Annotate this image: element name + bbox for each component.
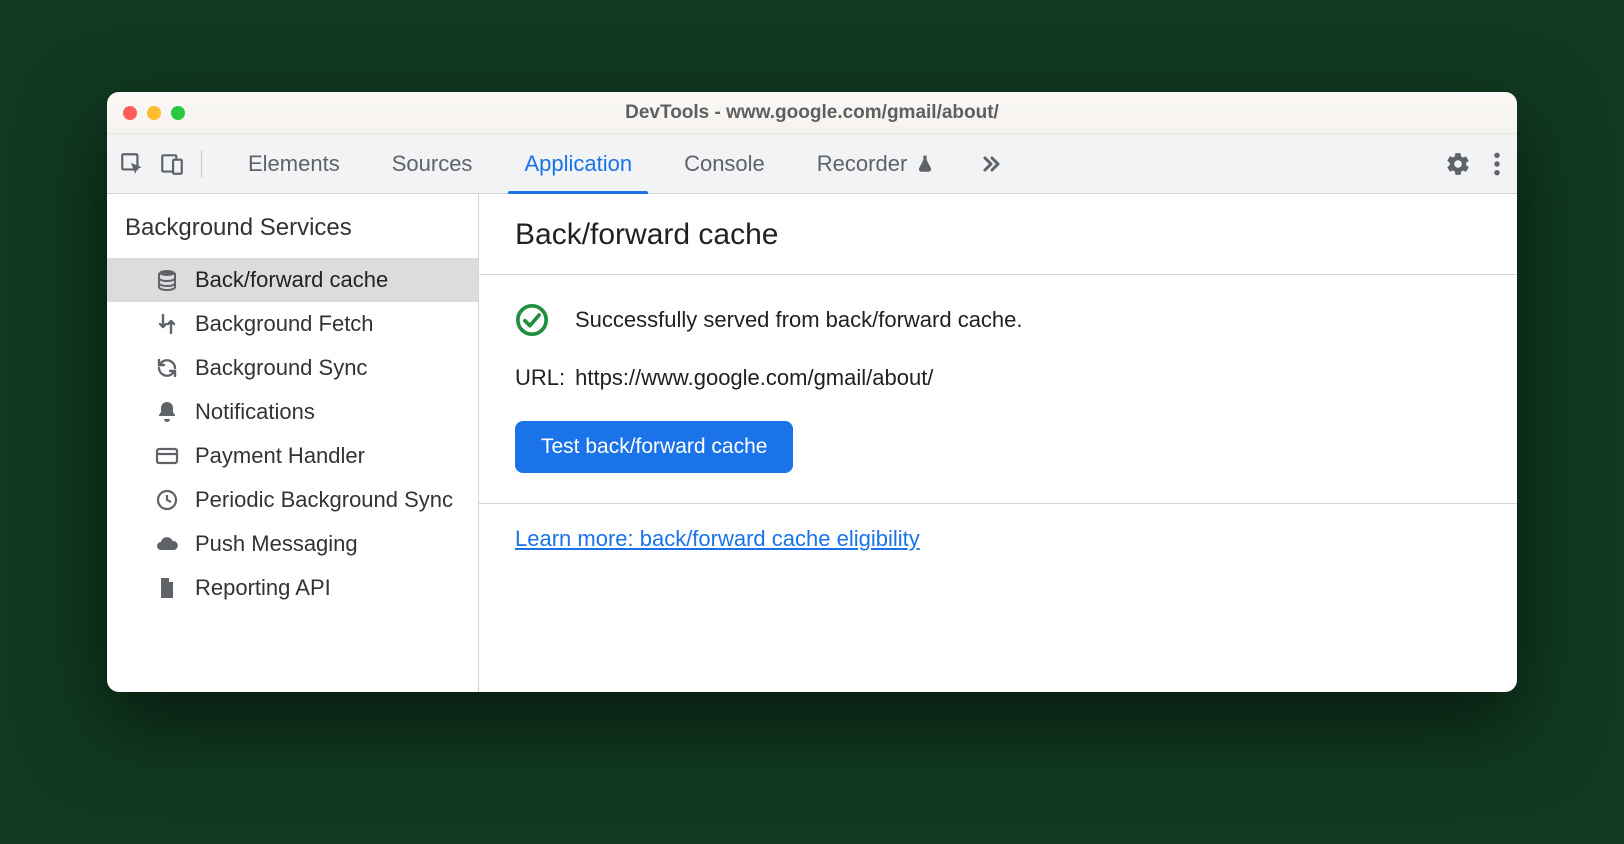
sidebar-item-periodic-sync[interactable]: Periodic Background Sync	[107, 478, 478, 522]
tab-label: Sources	[392, 151, 473, 177]
file-icon	[155, 576, 181, 600]
kebab-menu-button[interactable]	[1493, 151, 1501, 177]
sidebar-item-label: Back/forward cache	[195, 267, 388, 293]
sidebar-item-label: Background Fetch	[195, 311, 374, 337]
tab-label: Application	[524, 151, 632, 177]
tab-label: Console	[684, 151, 765, 177]
sidebar-item-background-sync[interactable]: Background Sync	[107, 346, 478, 390]
panel-header: Back/forward cache	[479, 194, 1517, 275]
window-controls	[123, 106, 185, 120]
sidebar-item-label: Push Messaging	[195, 531, 358, 557]
url-value: https://www.google.com/gmail/about/	[575, 365, 933, 391]
cloud-icon	[155, 532, 181, 556]
tab-sources[interactable]: Sources	[366, 134, 499, 193]
sidebar-item-label: Periodic Background Sync	[195, 487, 453, 513]
sidebar-section-title: Background Services	[107, 214, 478, 258]
url-row: URL: https://www.google.com/gmail/about/	[515, 365, 1481, 391]
sidebar-item-label: Notifications	[195, 399, 315, 425]
device-toolbar-icon[interactable]	[159, 151, 185, 177]
devtools-window: DevTools - www.google.com/gmail/about/	[107, 92, 1517, 692]
toolbar-divider	[201, 150, 202, 178]
sidebar-item-label: Background Sync	[195, 355, 367, 381]
panel-title: Back/forward cache	[515, 218, 1481, 252]
sidebar-item-payment-handler[interactable]: Payment Handler	[107, 434, 478, 478]
learn-more-section: Learn more: back/forward cache eligibili…	[479, 504, 1517, 574]
tab-label: Recorder	[817, 151, 907, 177]
sidebar-item-notifications[interactable]: Notifications	[107, 390, 478, 434]
zoom-window-button[interactable]	[171, 106, 185, 120]
sidebar-item-label: Reporting API	[195, 575, 331, 601]
status-text: Successfully served from back/forward ca…	[575, 307, 1023, 333]
learn-more-link[interactable]: Learn more: back/forward cache eligibili…	[515, 526, 920, 551]
close-window-button[interactable]	[123, 106, 137, 120]
devtools-toolbar: Elements Sources Application Console Rec…	[107, 134, 1517, 194]
sidebar-item-label: Payment Handler	[195, 443, 365, 469]
database-icon	[155, 268, 181, 292]
url-label: URL:	[515, 365, 565, 391]
bell-icon	[155, 400, 181, 424]
minimize-window-button[interactable]	[147, 106, 161, 120]
tab-label: Elements	[248, 151, 340, 177]
sidebar-item-push-messaging[interactable]: Push Messaging	[107, 522, 478, 566]
test-bfcache-button[interactable]: Test back/forward cache	[515, 421, 793, 473]
application-sidebar: Background Services Back/forward cache	[107, 194, 479, 692]
sidebar-item-reporting-api[interactable]: Reporting API	[107, 566, 478, 610]
tab-elements[interactable]: Elements	[222, 134, 366, 193]
sync-icon	[155, 356, 181, 380]
success-check-icon	[515, 303, 549, 337]
titlebar: DevTools - www.google.com/gmail/about/	[107, 92, 1517, 134]
chevron-double-right-icon	[979, 152, 1003, 176]
tab-application[interactable]: Application	[498, 134, 658, 193]
tab-console[interactable]: Console	[658, 134, 791, 193]
window-title: DevTools - www.google.com/gmail/about/	[107, 102, 1517, 124]
sidebar-item-background-fetch[interactable]: Background Fetch	[107, 302, 478, 346]
card-icon	[155, 444, 181, 468]
panel-tabs: Elements Sources Application Console Rec…	[222, 134, 1435, 193]
transfer-icon	[155, 312, 181, 336]
inspect-element-icon[interactable]	[119, 151, 145, 177]
clock-icon	[155, 488, 181, 512]
tab-recorder[interactable]: Recorder	[791, 134, 961, 193]
flask-icon	[915, 153, 935, 175]
sidebar-item-bfcache[interactable]: Back/forward cache	[107, 258, 478, 302]
settings-button[interactable]	[1445, 151, 1471, 177]
more-tabs-button[interactable]	[961, 134, 1021, 193]
bfcache-status-section: Successfully served from back/forward ca…	[479, 275, 1517, 504]
main-panel: Back/forward cache Successfully served f…	[479, 194, 1517, 692]
